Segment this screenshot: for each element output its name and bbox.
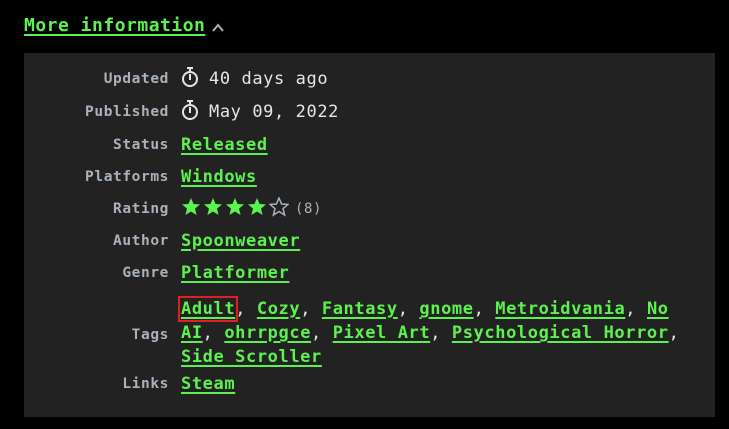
tag-separator: , (625, 299, 647, 319)
tag-link[interactable]: gnome (419, 299, 473, 319)
genre-label: Genre (122, 265, 169, 281)
rating-label: Rating (113, 201, 169, 217)
tag-link[interactable]: Psychological Horror (452, 323, 669, 343)
tag-link[interactable]: Metroidvania (495, 299, 625, 319)
tag-separator: , (473, 299, 496, 319)
links-label: Links (122, 376, 169, 392)
platform-link-windows[interactable]: Windows (181, 167, 257, 187)
row-published: Published May 09, 2022 (24, 100, 681, 133)
row-rating: Rating (8) (24, 197, 681, 229)
star-filled-icon (226, 198, 244, 215)
row-platforms: Platforms Windows (24, 165, 681, 197)
more-information-toggle[interactable]: More information (24, 15, 225, 36)
tag-link[interactable]: Fantasy (322, 299, 398, 319)
published-value: May 09, 2022 (209, 102, 340, 122)
rating-count: (8) (295, 201, 323, 217)
updated-value-cell: 40 days ago (181, 67, 681, 100)
star-filled-icon (248, 198, 266, 215)
tag-link[interactable]: Pixel Art (333, 323, 431, 343)
star-filled-icon (182, 198, 200, 215)
author-link[interactable]: Spoonweaver (181, 231, 300, 251)
stopwatch-icon (182, 100, 198, 120)
platforms-label: Platforms (85, 169, 169, 185)
tag-separator: , (235, 299, 257, 319)
steam-link[interactable]: Steam (181, 374, 235, 394)
tag-separator: , (397, 299, 420, 319)
published-label: Published (85, 104, 169, 120)
status-link[interactable]: Released (181, 135, 268, 155)
tag-link[interactable]: Cozy (257, 299, 300, 319)
tags-list: Adult, Cozy, Fantasy, gnome, Metroidvani… (177, 296, 681, 369)
row-updated: Updated 40 days ago (24, 67, 681, 100)
row-status: Status Released (24, 133, 681, 165)
updated-value: 40 days ago (209, 69, 329, 89)
tag-link[interactable]: Adult (177, 296, 239, 322)
rating-stars[interactable] (181, 197, 291, 217)
info-table: Updated 40 days ago Published May 09, 20… (24, 67, 681, 404)
rating-value-cell: (8) (181, 197, 681, 229)
row-author: Author Spoonweaver (24, 229, 681, 261)
tag-link[interactable]: ohrrpgce (224, 323, 311, 343)
star-filled-icon (204, 198, 222, 215)
tag-separator: , (300, 299, 322, 319)
row-tags: Tags Adult, Cozy, Fantasy, gnome, Metroi… (24, 293, 681, 372)
tag-link[interactable]: Side Scroller (181, 347, 322, 367)
tag-separator: , (311, 323, 333, 343)
stopwatch-icon (182, 67, 198, 87)
tag-separator: , (202, 323, 225, 343)
published-value-cell: May 09, 2022 (181, 100, 681, 133)
tag-separator: , (430, 323, 452, 343)
tags-label: Tags (131, 326, 169, 343)
star-empty-icon (269, 197, 289, 217)
more-information-label[interactable]: More information (24, 15, 205, 36)
author-label: Author (113, 233, 169, 249)
tag-separator: , (668, 323, 680, 343)
chevron-up-icon (212, 22, 225, 32)
info-panel: Updated 40 days ago Published May 09, 20… (24, 53, 715, 417)
status-label: Status (113, 137, 169, 153)
row-genre: Genre Platformer (24, 261, 681, 293)
updated-label: Updated (103, 71, 169, 87)
genre-link[interactable]: Platformer (181, 263, 289, 283)
row-links: Links Steam (24, 372, 681, 404)
